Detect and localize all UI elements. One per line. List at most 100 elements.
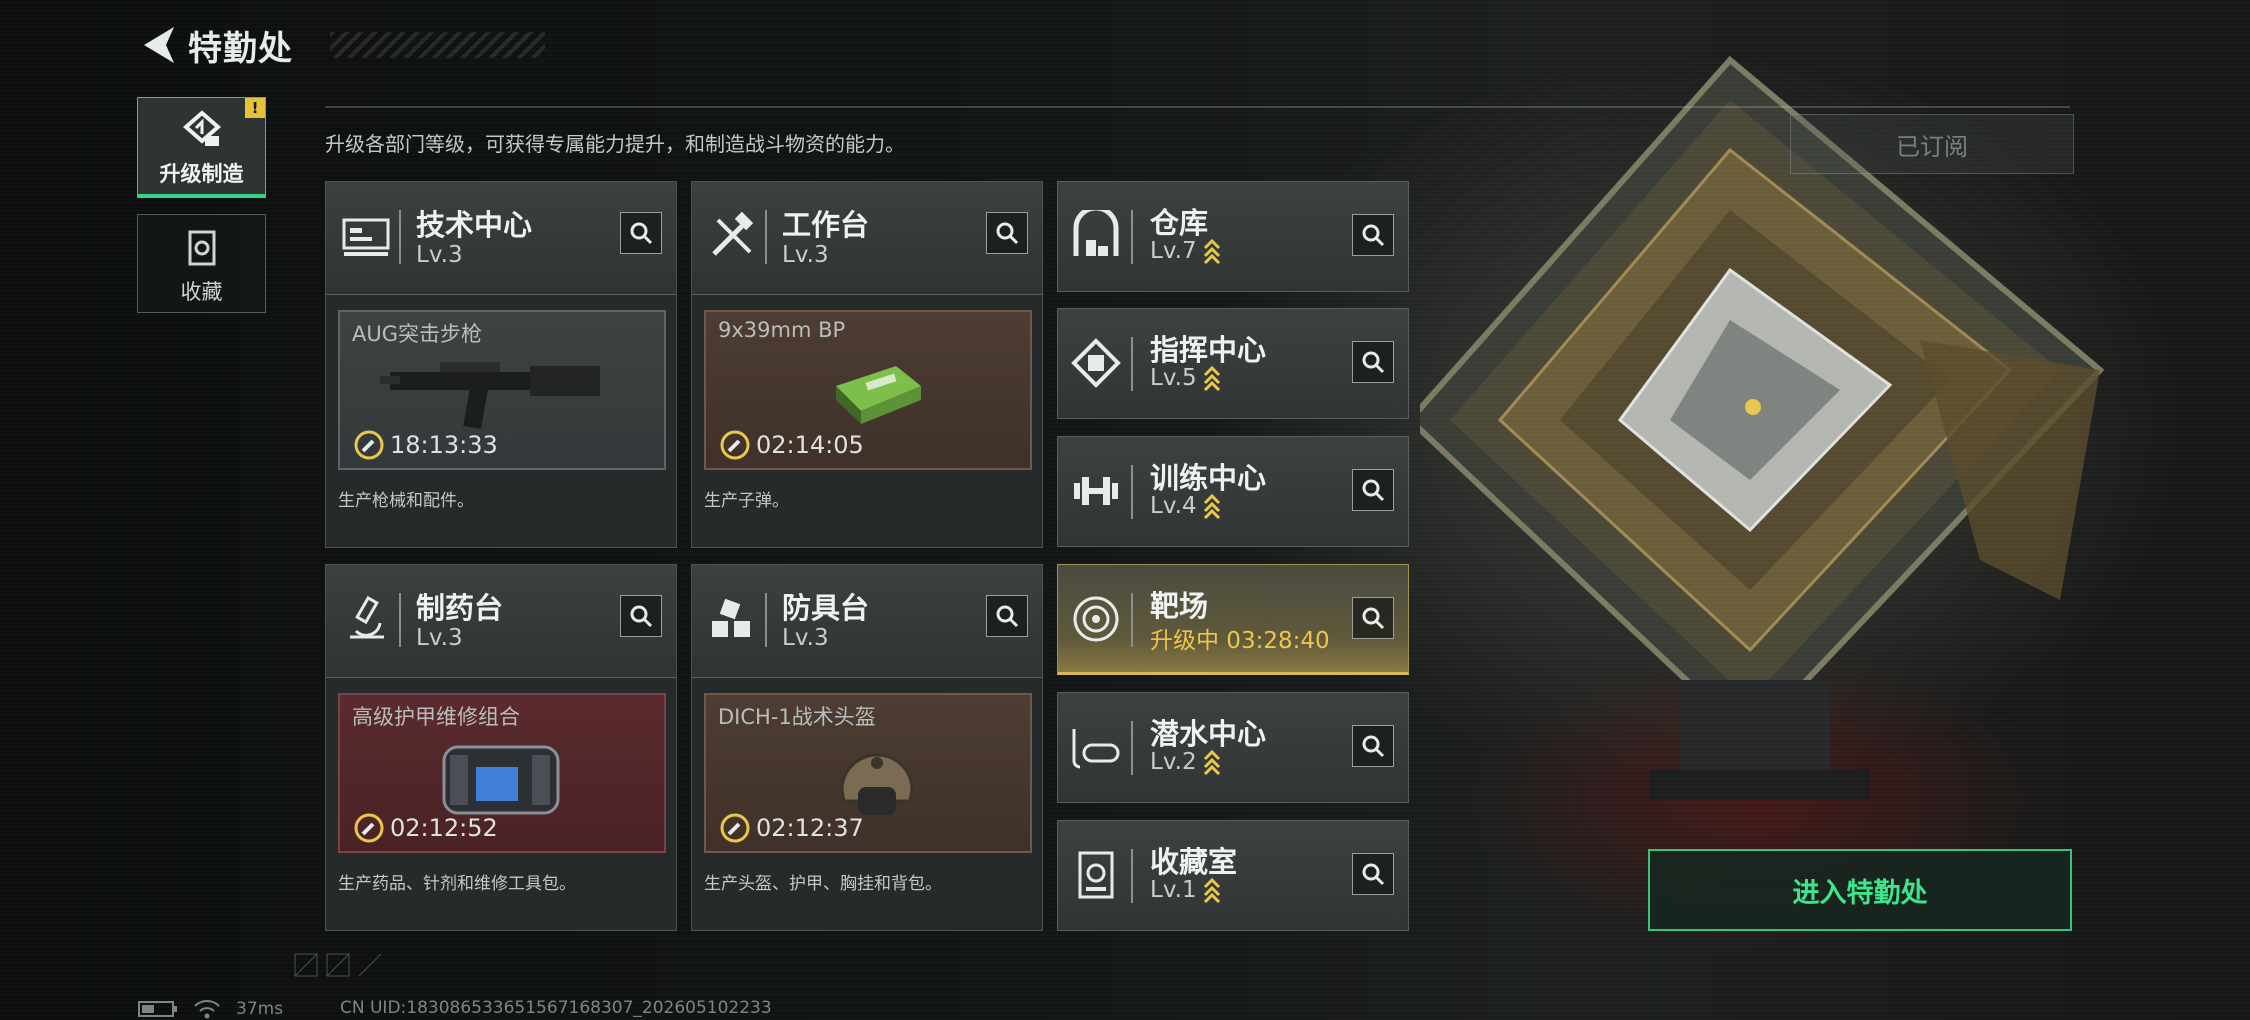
timer-text: 02:14:05 xyxy=(756,431,864,459)
search-icon xyxy=(1362,479,1385,502)
search-icon xyxy=(996,222,1019,245)
wrench-timer-icon xyxy=(720,813,750,843)
separator xyxy=(1131,465,1133,519)
rank-chevron-icon xyxy=(1203,749,1220,775)
dumbbell-icon xyxy=(1074,477,1118,505)
search-icon xyxy=(1362,863,1385,886)
page-header: 特勤处 xyxy=(138,22,293,69)
facility-level: Lv.5 xyxy=(1150,365,1221,391)
production-slot[interactable]: DICH-1战术头盔 02:12:37 xyxy=(704,693,1032,853)
product-name: 9x39mm BP xyxy=(718,318,846,342)
enter-special-ops-button[interactable]: 进入特勤处 xyxy=(1648,849,2072,931)
subscribed-button[interactable]: 已订阅 xyxy=(1790,114,2074,174)
level-text: Lv.5 xyxy=(1150,365,1197,391)
tools-icon xyxy=(712,211,754,256)
repair-kit-image xyxy=(442,745,560,815)
production-slot[interactable]: 高级护甲维修组合 02:12:52 xyxy=(338,693,666,853)
department-card-workbench[interactable]: 工作台 Lv.3 9x39mm BP 02:14:05 生产子弹。 xyxy=(691,181,1043,548)
production-timer: 02:12:37 xyxy=(720,813,864,843)
department-level: Lv.3 xyxy=(416,242,463,268)
facility-card-command-center[interactable]: 指挥中心 Lv.5 xyxy=(1057,308,1409,419)
battery-icon xyxy=(138,1001,177,1017)
level-text: Lv.2 xyxy=(1150,749,1197,775)
nav-tab-label: 升级制造 xyxy=(159,162,244,186)
department-name: 工作台 xyxy=(782,208,870,242)
department-name: 制药台 xyxy=(416,591,504,625)
page-subtitle: 升级各部门等级，可获得专属能力提升，和制造战斗物资的能力。 xyxy=(325,132,905,156)
separator xyxy=(399,593,401,647)
uid-text: CN UID:1830865336515671683​07_2026051022… xyxy=(340,998,772,1018)
search-icon xyxy=(1362,735,1385,758)
target-icon xyxy=(1073,596,1119,642)
department-description: 生产子弹。 xyxy=(704,491,789,511)
frame-line xyxy=(325,106,2070,108)
product-name: 高级护甲维修组合 xyxy=(352,705,520,729)
rank-chevron-icon xyxy=(1203,493,1220,519)
production-slot[interactable]: 9x39mm BP 02:14:05 xyxy=(704,310,1032,470)
facility-level: Lv.7 xyxy=(1150,238,1221,264)
search-icon xyxy=(996,605,1019,628)
search-icon xyxy=(630,605,653,628)
separator xyxy=(765,593,767,647)
search-button[interactable] xyxy=(620,212,662,254)
facility-name: 训练中心 xyxy=(1150,461,1267,495)
department-card-armor-bench[interactable]: 防具台 Lv.3 DICH-1战术头盔 02:12:37 生产头盔、护甲、胸挂和… xyxy=(691,564,1043,931)
alert-badge: ! xyxy=(245,98,265,118)
separator xyxy=(765,210,767,264)
production-timer: 02:14:05 xyxy=(720,430,864,460)
search-button[interactable] xyxy=(1352,725,1394,767)
facility-card-collection-room[interactable]: 收藏室 Lv.1 xyxy=(1057,820,1409,931)
facility-name: 仓库 xyxy=(1150,206,1209,240)
chip-icon xyxy=(1071,338,1121,388)
department-card-tech-center[interactable]: 技术中心 Lv.3 AUG突击步枪 18:13:33 生产枪械和配件。 xyxy=(325,181,677,548)
wrench-timer-icon xyxy=(720,430,750,460)
facility-card-diving-center[interactable]: 潜水中心 Lv.2 xyxy=(1057,692,1409,803)
search-icon xyxy=(630,222,653,245)
department-level: Lv.3 xyxy=(782,625,829,651)
rank-chevron-icon xyxy=(1203,877,1220,903)
separator xyxy=(1131,337,1133,391)
search-button[interactable] xyxy=(986,595,1028,637)
search-button[interactable] xyxy=(1352,469,1394,511)
wrench-timer-icon xyxy=(354,430,384,460)
search-button[interactable] xyxy=(1352,341,1394,383)
wrench-timer-icon xyxy=(354,813,384,843)
search-icon xyxy=(1362,351,1385,374)
department-card-pharmacy[interactable]: 制药台 Lv.3 高级护甲维修组合 02:12:52 生产药品、针剂和维修工具包… xyxy=(325,564,677,931)
separator xyxy=(1131,210,1133,264)
search-icon xyxy=(1362,607,1385,630)
production-slot[interactable]: AUG突击步枪 18:13:33 xyxy=(338,310,666,470)
product-name: AUG突击步枪 xyxy=(352,322,483,346)
timer-text: 02:12:37 xyxy=(756,814,864,842)
back-button[interactable] xyxy=(138,25,178,65)
nav-tab-collection[interactable]: 收藏 xyxy=(137,214,266,313)
helmet-image xyxy=(840,753,914,815)
search-button[interactable] xyxy=(1352,214,1394,256)
facility-card-shooting-range[interactable]: 靶场 升级中 03:28:40 xyxy=(1057,564,1409,675)
page-title: 特勤处 xyxy=(188,28,293,69)
microscope-icon xyxy=(350,595,384,639)
department-description: 生产药品、针剂和维修工具包。 xyxy=(338,874,576,894)
separator xyxy=(1131,849,1133,903)
collection-icon xyxy=(188,230,215,266)
department-description: 生产枪械和配件。 xyxy=(338,491,474,511)
search-button[interactable] xyxy=(620,595,662,637)
department-level: Lv.3 xyxy=(782,242,829,268)
facility-level: Lv.4 xyxy=(1150,493,1221,519)
ammo-box-image xyxy=(836,366,921,424)
product-name: DICH-1战术头盔 xyxy=(718,705,876,729)
department-description: 生产头盔、护甲、胸挂和背包。 xyxy=(704,874,942,894)
decorative-marks xyxy=(294,953,382,977)
facility-name: 潜水中心 xyxy=(1150,717,1267,751)
search-button[interactable] xyxy=(1352,597,1394,639)
facility-card-training-center[interactable]: 训练中心 Lv.4 xyxy=(1057,436,1409,547)
facility-level: Lv.1 xyxy=(1150,877,1221,903)
facility-card-warehouse[interactable]: 仓库 Lv.7 xyxy=(1057,181,1409,292)
search-button[interactable] xyxy=(986,212,1028,254)
nav-tab-upgrade-craft[interactable]: ! 升级制造 xyxy=(137,97,266,198)
separator xyxy=(399,210,401,264)
search-button[interactable] xyxy=(1352,853,1394,895)
upgrade-status: 升级中 03:28:40 xyxy=(1150,628,1330,654)
diving-mask-icon xyxy=(1072,729,1120,769)
level-text: Lv.1 xyxy=(1150,877,1197,903)
